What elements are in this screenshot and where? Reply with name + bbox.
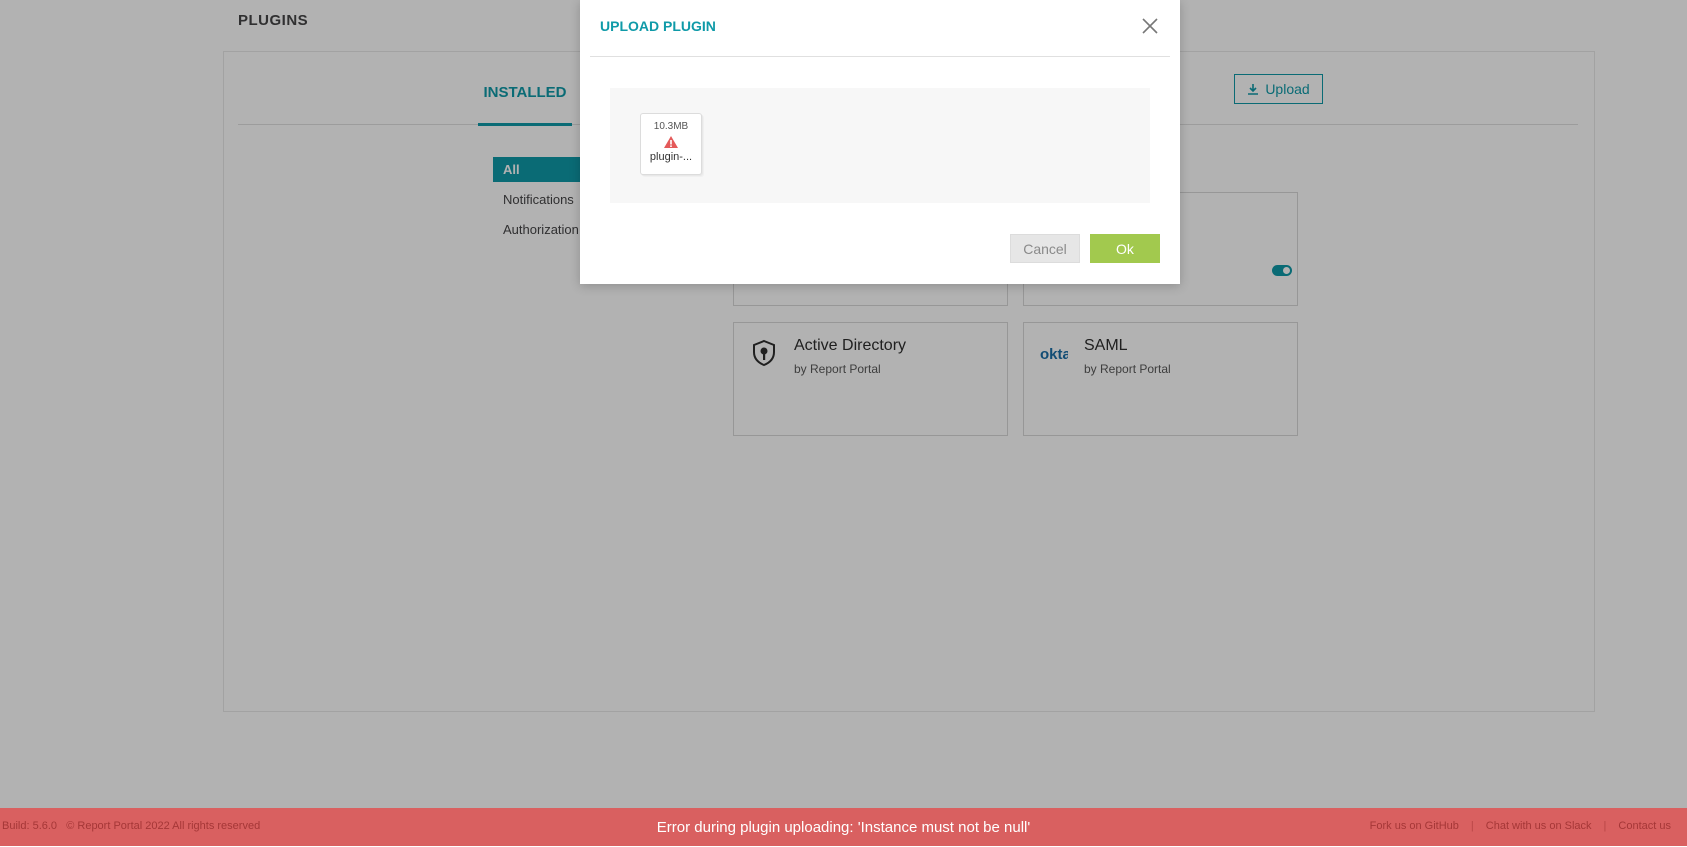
file-name: plugin-...	[649, 151, 693, 163]
cancel-button[interactable]: Cancel	[1010, 234, 1080, 263]
uploaded-file[interactable]: 10.3MB plugin-...	[640, 113, 702, 175]
warning-icon	[664, 136, 678, 148]
footer-build: Build: 5.6.0 © Report Portal 2022 All ri…	[2, 820, 260, 832]
footer-links: Fork us on GitHub | Chat with us on Slac…	[1369, 820, 1671, 832]
error-message: Error during plugin uploading: 'Instance…	[656, 818, 1031, 836]
file-dropzone[interactable]: 10.3MB plugin-...	[610, 88, 1150, 203]
upload-plugin-modal: UPLOAD PLUGIN 10.3MB plugin-... Cancel O…	[580, 0, 1180, 284]
modal-divider	[590, 56, 1170, 57]
error-toast: Build: 5.6.0 © Report Portal 2022 All ri…	[0, 808, 1687, 846]
footer-link-github[interactable]: Fork us on GitHub	[1370, 820, 1459, 832]
file-size: 10.3MB	[653, 121, 689, 132]
footer-copyright: © Report Portal 2022 All rights reserved	[66, 820, 261, 832]
ok-button[interactable]: Ok	[1090, 234, 1160, 263]
footer-build-version: Build: 5.6.0	[2, 820, 58, 832]
footer-link-slack[interactable]: Chat with us on Slack	[1486, 820, 1592, 832]
footer-link-contact[interactable]: Contact us	[1618, 820, 1671, 832]
modal-title: UPLOAD PLUGIN	[600, 18, 716, 34]
close-icon[interactable]	[1140, 16, 1160, 36]
